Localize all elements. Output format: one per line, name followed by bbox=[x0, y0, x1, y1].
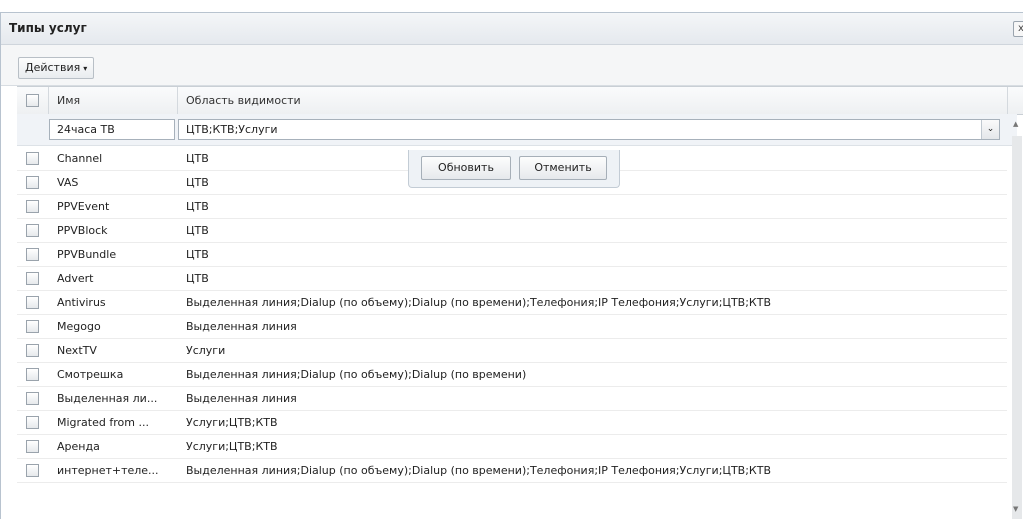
row-scope: ЦТВ bbox=[186, 272, 209, 285]
scope-edit-value: ЦТВ;КТВ;Услуги bbox=[186, 123, 278, 136]
column-separator[interactable] bbox=[177, 87, 178, 114]
row-checkbox[interactable] bbox=[26, 176, 39, 189]
row-name: Выделенная ли... bbox=[57, 392, 158, 405]
window-header: Типы услуг x bbox=[1, 13, 1023, 45]
actions-label: Действия bbox=[25, 61, 81, 74]
row-name: Advert bbox=[57, 272, 94, 285]
row-scope: Выделенная линия;Dialup (по объему);Dial… bbox=[186, 464, 772, 477]
row-name: PPVEvent bbox=[57, 200, 110, 213]
row-name: PPVBundle bbox=[57, 248, 117, 261]
scroll-down-icon[interactable]: ▼ bbox=[1013, 505, 1018, 513]
row-name: Аренда bbox=[57, 440, 100, 453]
table-row[interactable]: Megogo Выделенная линия bbox=[17, 315, 1007, 339]
table-row[interactable]: PPVBundle ЦТВ bbox=[17, 243, 1007, 267]
service-types-window: Типы услуг x Действия ▾ Имя Область видим… bbox=[0, 0, 1023, 519]
row-scope: Услуги;ЦТВ;КТВ bbox=[186, 416, 278, 429]
row-checkbox[interactable] bbox=[26, 344, 39, 357]
actions-menu-button[interactable]: Действия ▾ bbox=[18, 57, 95, 79]
row-editor: 24часа ТВ ЦТВ;КТВ;Услуги ⌄ bbox=[17, 114, 1017, 146]
table-row[interactable]: Advert ЦТВ bbox=[17, 267, 1007, 291]
row-name: Migrated from ... bbox=[57, 416, 149, 429]
row-checkbox[interactable] bbox=[26, 392, 39, 405]
row-checkbox[interactable] bbox=[26, 320, 39, 333]
row-name: Смотрешка bbox=[57, 368, 124, 381]
row-checkbox[interactable] bbox=[26, 152, 39, 165]
window-border-left bbox=[0, 12, 1, 519]
row-scope: Выделенная линия bbox=[186, 392, 297, 405]
close-icon[interactable]: x bbox=[1013, 21, 1023, 37]
row-name: VAS bbox=[57, 176, 79, 189]
row-checkbox[interactable] bbox=[26, 272, 39, 285]
column-header-scope[interactable]: Область видимости bbox=[186, 94, 301, 107]
table-row[interactable]: PPVBlock ЦТВ bbox=[17, 219, 1007, 243]
grid-header: Имя Область видимости bbox=[17, 86, 1023, 115]
window-title: Типы услуг bbox=[9, 21, 87, 35]
table-row[interactable]: интернет+теле... Выделенная линия;Dialup… bbox=[17, 459, 1007, 483]
row-scope: Услуги;ЦТВ;КТВ bbox=[186, 440, 278, 453]
row-name: Megogo bbox=[57, 320, 101, 333]
row-checkbox[interactable] bbox=[26, 248, 39, 261]
table-row[interactable]: Migrated from ... Услуги;ЦТВ;КТВ bbox=[17, 411, 1007, 435]
row-checkbox[interactable] bbox=[26, 440, 39, 453]
table-row[interactable]: NextTV Услуги bbox=[17, 339, 1007, 363]
table-row[interactable]: Смотрешка Выделенная линия;Dialup (по об… bbox=[17, 363, 1007, 387]
cancel-button[interactable]: Отменить bbox=[519, 156, 607, 180]
scroll-up-icon[interactable]: ▲ bbox=[1013, 120, 1018, 128]
row-scope: Выделенная линия;Dialup (по объему);Dial… bbox=[186, 368, 527, 381]
vertical-scrollbar[interactable] bbox=[1012, 136, 1022, 519]
column-separator[interactable] bbox=[1007, 87, 1008, 114]
table-row[interactable]: PPVEvent ЦТВ bbox=[17, 195, 1007, 219]
row-scope: Выделенная линия bbox=[186, 320, 297, 333]
scope-combobox[interactable]: ЦТВ;КТВ;Услуги ⌄ bbox=[178, 119, 1000, 140]
dropdown-arrow-icon[interactable]: ⌄ bbox=[981, 120, 999, 139]
row-checkbox[interactable] bbox=[26, 296, 39, 309]
row-name: Antivirus bbox=[57, 296, 106, 309]
row-checkbox[interactable] bbox=[26, 224, 39, 237]
row-checkbox[interactable] bbox=[26, 464, 39, 477]
update-button[interactable]: Обновить bbox=[421, 156, 511, 180]
row-name: NextTV bbox=[57, 344, 97, 357]
row-name: PPVBlock bbox=[57, 224, 108, 237]
row-scope: ЦТВ bbox=[186, 176, 209, 189]
row-checkbox[interactable] bbox=[26, 416, 39, 429]
row-scope: ЦТВ bbox=[186, 224, 209, 237]
select-all-checkbox[interactable] bbox=[26, 94, 39, 107]
row-editor-buttons: Обновить Отменить bbox=[408, 150, 620, 188]
column-separator[interactable] bbox=[48, 87, 49, 114]
table-row[interactable]: Antivirus Выделенная линия;Dialup (по об… bbox=[17, 291, 1007, 315]
row-name: Channel bbox=[57, 152, 103, 165]
row-scope: ЦТВ bbox=[186, 248, 209, 261]
row-scope: Услуги bbox=[186, 344, 226, 357]
toolbar: Действия ▾ bbox=[1, 45, 1023, 86]
row-checkbox[interactable] bbox=[26, 368, 39, 381]
row-scope: ЦТВ bbox=[186, 152, 209, 165]
row-checkbox[interactable] bbox=[26, 200, 39, 213]
name-edit-field[interactable]: 24часа ТВ bbox=[49, 119, 175, 140]
name-edit-value: 24часа ТВ bbox=[57, 123, 115, 136]
row-name: интернет+теле... bbox=[57, 464, 159, 477]
row-scope: ЦТВ bbox=[186, 200, 209, 213]
table-row[interactable]: Выделенная ли... Выделенная линия bbox=[17, 387, 1007, 411]
row-scope: Выделенная линия;Dialup (по объему);Dial… bbox=[186, 296, 772, 309]
chevron-down-icon: ▾ bbox=[83, 64, 88, 73]
column-header-name[interactable]: Имя bbox=[57, 94, 80, 107]
table-row[interactable]: Аренда Услуги;ЦТВ;КТВ bbox=[17, 435, 1007, 459]
